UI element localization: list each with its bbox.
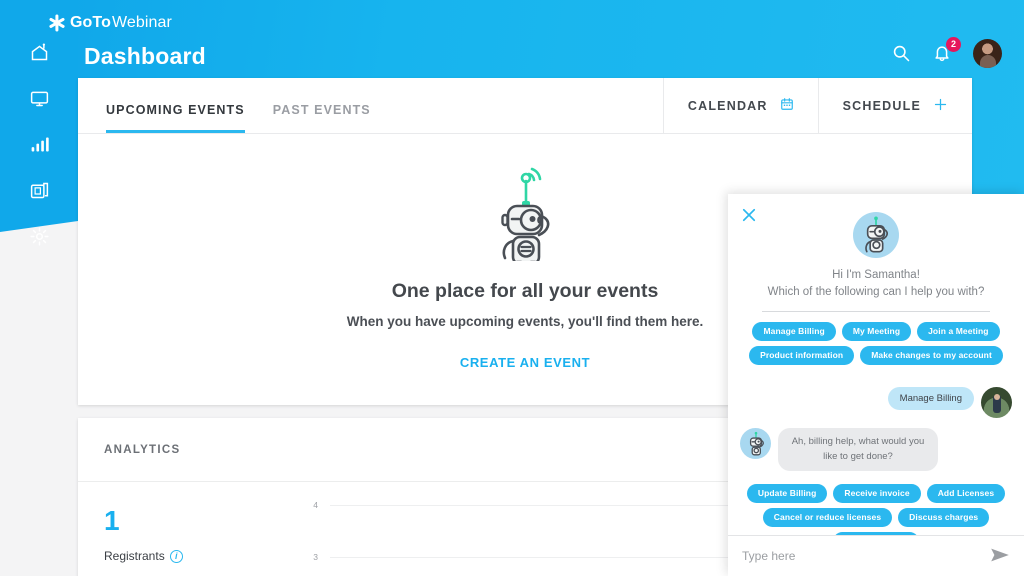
chip-discuss-charges[interactable]: Discuss charges [898, 507, 990, 527]
chat-greeting: Hi I'm Samantha! Which of the following … [768, 267, 985, 300]
registrants-label-row: Registrants i [104, 549, 183, 563]
analytics-section-label: ANALYTICS [104, 443, 181, 456]
send-icon[interactable] [990, 547, 1010, 565]
calendar-icon [780, 97, 794, 114]
page-title: Dashboard [84, 43, 206, 69]
empty-state-subtitle: When you have upcoming events, you'll fi… [346, 314, 704, 329]
logo-mark-icon [48, 14, 65, 32]
sidebar-item-home[interactable] [27, 40, 51, 64]
sidebar-nav [0, 40, 78, 248]
events-tabs: UPCOMING EVENTS PAST EVENTS [78, 78, 371, 133]
chip-add-licenses[interactable]: Add Licenses [926, 483, 1006, 503]
close-icon[interactable] [740, 206, 758, 224]
registrants-metric: 1 Registrants i [104, 507, 183, 563]
schedule-button-label: SCHEDULE [842, 98, 921, 113]
app-root: GoTo Webinar Dashboard 2 UPCOMING EVENTS… [0, 0, 1024, 576]
chat-bot-hero: Hi I'm Samantha! Which of the following … [738, 194, 1014, 313]
user-avatar [981, 387, 1012, 419]
bot-avatar [740, 428, 771, 460]
plus-icon [933, 97, 948, 115]
robot-illustration [485, 161, 565, 269]
chart-ytick-3: 3 [313, 552, 318, 562]
tab-past-events[interactable]: PAST EVENTS [273, 103, 371, 133]
chip-join-a-meeting[interactable]: Join a Meeting [917, 322, 1000, 342]
chip-something-else[interactable]: Something else [832, 531, 920, 535]
search-icon[interactable] [891, 43, 913, 65]
calendar-button-label: CALENDAR [687, 98, 768, 113]
chat-user-message: Manage Billing [887, 387, 974, 411]
gotowebinar-logo: GoTo Webinar [48, 14, 172, 32]
chat-greeting-line1: Hi I'm Samantha! [832, 269, 920, 281]
chip-manage-billing[interactable]: Manage Billing [752, 322, 836, 342]
chip-my-meeting[interactable]: My Meeting [841, 322, 912, 342]
notification-badge: 2 [946, 36, 961, 52]
chat-greeting-line2: Which of the following can I help you wi… [767, 285, 985, 298]
chip-product-information[interactable]: Product information [749, 346, 855, 366]
bell-icon[interactable]: 2 [932, 36, 961, 65]
chat-message-input[interactable] [742, 549, 982, 563]
logo-text-light: Webinar [111, 14, 172, 31]
tab-upcoming-events[interactable]: UPCOMING EVENTS [106, 103, 245, 133]
chip-make-changes-to-my-account[interactable]: Make changes to my account [860, 346, 1003, 366]
chat-input-bar [728, 535, 1024, 576]
chip-receive-invoice[interactable]: Receive invoice [833, 483, 921, 503]
chat-hero-divider [762, 311, 990, 313]
chip-cancel-or-reduce-licenses[interactable]: Cancel or reduce licenses [762, 507, 893, 527]
chat-bot-message: Ah, billing help, what would you like to… [778, 428, 938, 471]
bot-avatar [853, 212, 899, 258]
chat-user-message-row: Manage Billing [738, 387, 1014, 419]
sidebar-item-webinars[interactable] [27, 86, 51, 110]
sidebar-item-analytics[interactable] [27, 132, 51, 156]
info-icon[interactable]: i [169, 549, 183, 563]
events-card-actions: CALENDAR SCHEDULE [662, 78, 972, 133]
registrants-value: 1 [104, 505, 120, 536]
chip-update-billing[interactable]: Update Billing [746, 483, 828, 503]
chat-followup-chips: Update Billing Receive invoice Add Licen… [738, 471, 1014, 535]
chat-bot-message-row: Ah, billing help, what would you like to… [738, 428, 1014, 471]
header-actions: 2 [891, 36, 1002, 68]
registrants-label: Registrants [104, 549, 165, 563]
schedule-button[interactable]: SCHEDULE [817, 78, 972, 133]
logo-text-bold: GoTo [70, 14, 111, 31]
chat-panel: Hi I'm Samantha! Which of the following … [728, 194, 1024, 576]
sidebar-item-recordings[interactable] [27, 178, 51, 202]
create-an-event-link[interactable]: CREATE AN EVENT [460, 355, 590, 370]
chat-scroll-area[interactable]: Hi I'm Samantha! Which of the following … [728, 194, 1024, 535]
calendar-button[interactable]: CALENDAR [662, 78, 818, 133]
sidebar-item-settings[interactable] [27, 224, 51, 248]
empty-state-title: One place for all your events [391, 280, 659, 302]
chat-initial-chips: Manage Billing My Meeting Join a Meeting… [738, 312, 1014, 366]
chart-ytick-4: 4 [313, 500, 318, 510]
avatar[interactable] [973, 39, 1002, 68]
